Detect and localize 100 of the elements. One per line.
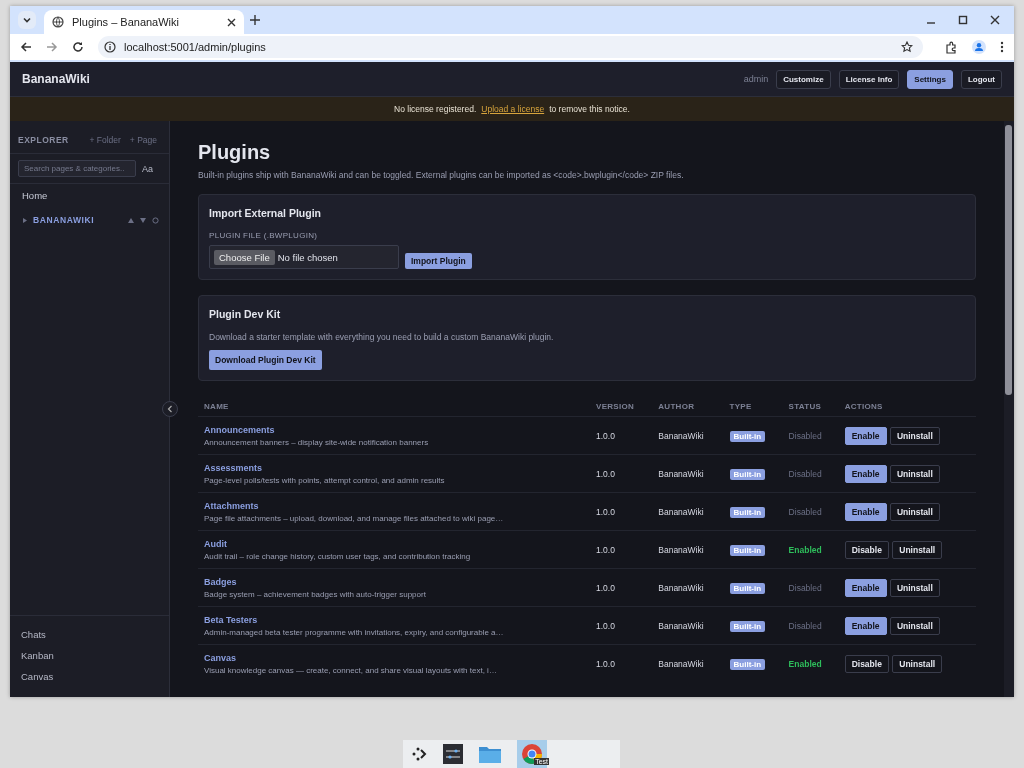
status-text: Disabled [788, 582, 822, 593]
plugin-name[interactable]: Badges [204, 576, 584, 587]
uninstall-button[interactable]: Uninstall [889, 502, 940, 521]
column-header: NAME [198, 396, 590, 417]
browser-tab[interactable]: Plugins – BananaWiki [44, 10, 244, 34]
forward-icon[interactable] [46, 41, 58, 53]
status-text: Disabled [788, 620, 822, 631]
sidebar-item[interactable]: Home [10, 184, 169, 207]
toggle-button[interactable]: Enable [844, 502, 887, 521]
app-title: BananaWiki [22, 72, 90, 86]
type-tag: Built-in [729, 506, 766, 518]
move-down-icon[interactable] [140, 217, 146, 223]
uninstall-button[interactable]: Uninstall [889, 426, 940, 445]
sidebar-link[interactable]: Kanban [10, 645, 169, 666]
globe-icon [52, 16, 64, 28]
menu-icon[interactable] [1000, 41, 1004, 53]
author-text: BananaWiki [658, 506, 704, 517]
explorer-title: EXPLORER [18, 135, 69, 145]
header-button[interactable]: Customize [776, 69, 831, 89]
gear-icon[interactable] [152, 216, 159, 224]
author-text: BananaWiki [658, 430, 704, 441]
version-text: 1.0.0 [596, 506, 615, 517]
scrollbar-thumb[interactable] [1005, 125, 1012, 395]
uninstall-button[interactable]: Uninstall [889, 616, 940, 635]
version-text: 1.0.0 [596, 658, 615, 669]
author-text: BananaWiki [658, 620, 704, 631]
author-text: BananaWiki [658, 658, 704, 669]
tab-list-button[interactable] [18, 11, 36, 29]
plugin-name[interactable]: Announcements [204, 424, 584, 435]
type-tag: Built-in [729, 468, 766, 480]
download-dev-kit-button[interactable]: Download Plugin Dev Kit [209, 350, 322, 370]
expand-icon[interactable] [23, 217, 27, 223]
type-tag: Built-in [729, 658, 766, 670]
plugin-name[interactable]: Canvas [204, 652, 584, 663]
import-plugin-button[interactable]: Import Plugin [405, 253, 472, 269]
status-text: Enabled [788, 658, 822, 669]
column-header: TYPE [723, 396, 783, 417]
folder-icon[interactable] [479, 745, 501, 763]
uninstall-button[interactable]: Uninstall [892, 654, 943, 673]
version-text: 1.0.0 [596, 430, 615, 441]
header-button[interactable]: License Info [838, 69, 900, 89]
url-text: localhost:5001/admin/plugins [124, 41, 266, 53]
page-title: Plugins [198, 141, 272, 164]
new-tab-icon[interactable] [250, 15, 260, 25]
caret-icon [22, 15, 32, 25]
toggle-button[interactable]: Disable [844, 654, 889, 673]
case-toggle[interactable]: Aa [142, 163, 153, 174]
card-title: Import External Plugin [209, 207, 322, 219]
version-text: 1.0.0 [596, 468, 615, 479]
uninstall-button[interactable]: Uninstall [889, 464, 940, 483]
reload-icon[interactable] [72, 41, 84, 53]
file-input[interactable]: Choose File No file chosen [209, 245, 399, 269]
uninstall-button[interactable]: Uninstall [892, 540, 943, 559]
column-header: STATUS [782, 396, 839, 417]
uninstall-button[interactable]: Uninstall [889, 578, 940, 597]
author-text: BananaWiki [658, 582, 704, 593]
plugin-name[interactable]: Attachments [204, 500, 584, 511]
category-item[interactable]: BANANAWIKI [33, 215, 95, 225]
author-text: BananaWiki [658, 544, 704, 555]
column-header: VERSION [590, 396, 653, 417]
card-title: Plugin Dev Kit [209, 308, 282, 320]
plugin-name[interactable]: Beta Testers [204, 614, 584, 625]
toggle-button[interactable]: Disable [844, 540, 889, 559]
plugin-name[interactable]: Assessments [204, 462, 584, 473]
type-tag: Built-in [729, 430, 766, 442]
plugin-name[interactable]: Audit [204, 538, 584, 549]
version-text: 1.0.0 [596, 620, 615, 631]
toggle-button[interactable]: Enable [844, 464, 887, 483]
sliders-icon[interactable] [443, 744, 463, 764]
back-icon[interactable] [20, 41, 32, 53]
star-icon[interactable] [901, 41, 913, 53]
toggle-button[interactable]: Enable [844, 578, 887, 597]
notice-text: to remove this notice. [549, 104, 630, 114]
upload-license-link[interactable]: Upload a license [481, 104, 545, 114]
sidebar-link[interactable]: Chats [10, 624, 169, 645]
notice-text: No license registered. [394, 104, 477, 114]
sidebar-action[interactable]: + Folder [89, 135, 121, 145]
sidebar-link[interactable]: Canvas [10, 666, 169, 687]
plugin-description: Visual knowledge canvas — create, connect, and share visual layouts with text, i… [204, 665, 498, 675]
profile-icon[interactable] [972, 40, 986, 54]
author-text: BananaWiki [658, 468, 704, 479]
maximize-icon[interactable] [958, 15, 968, 25]
column-header: AUTHOR [652, 396, 724, 417]
chevron-icon [167, 405, 173, 413]
collapse-button[interactable] [162, 401, 178, 417]
card-text: Download a starter template with everything you need to build a custom BananaWiki plugin. [209, 332, 555, 342]
toggle-button[interactable]: Enable [844, 426, 887, 445]
header-button[interactable]: Settings [907, 69, 953, 89]
sidebar-action[interactable]: + Page [129, 135, 157, 145]
status-text: Enabled [788, 544, 822, 555]
dots-arrow-icon[interactable] [411, 746, 427, 762]
toggle-button[interactable]: Enable [844, 616, 887, 635]
puzzle-icon[interactable] [945, 40, 958, 54]
close-icon[interactable] [227, 17, 236, 27]
address-bar[interactable]: localhost:5001/admin/plugins [98, 36, 923, 58]
search-field[interactable]: Search pages & categories.. [18, 160, 136, 177]
move-up-icon[interactable] [128, 217, 134, 223]
close-icon[interactable] [990, 15, 1000, 25]
header-button[interactable]: Logout [960, 69, 1002, 89]
plugin-description: Audit trail – role change history, custom user tags, and contribution tracking [204, 551, 472, 561]
